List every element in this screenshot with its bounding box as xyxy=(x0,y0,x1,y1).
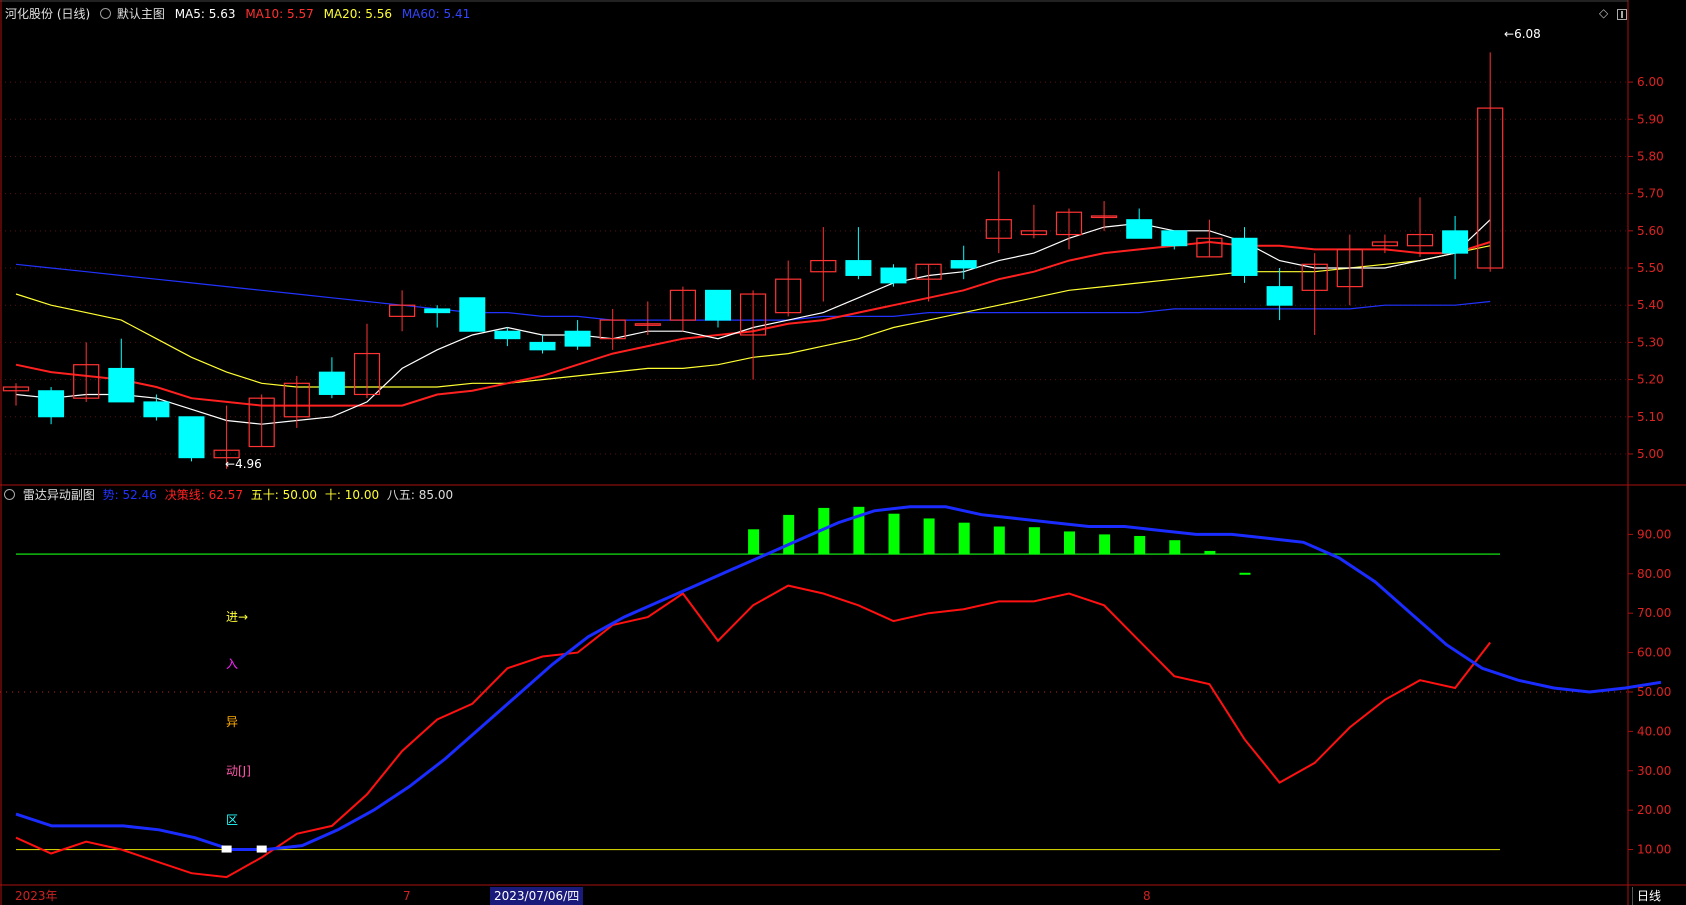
signal-text-4: 动[J] xyxy=(226,764,251,778)
price-tick-label: 5.90 xyxy=(1637,112,1664,126)
circle-icon[interactable] xyxy=(100,8,112,19)
date-label-august: 8 xyxy=(1143,889,1151,903)
radar-bar xyxy=(1134,535,1146,555)
radar-bar xyxy=(888,513,900,555)
signal-text-2: 入 xyxy=(226,657,239,671)
price-tick-label: 5.00 xyxy=(1637,447,1664,461)
indicator-tick-label: 10.00 xyxy=(1637,843,1671,857)
price-tick-label: 5.30 xyxy=(1637,335,1664,349)
price-tick-label: 5.20 xyxy=(1637,373,1664,387)
main-chart-header: 河化股份 (日线) 默认主图 MA5: 5.63 MA10: 5.57 MA20… xyxy=(5,6,470,22)
signal-text-3: 异 xyxy=(226,715,239,729)
candle-body xyxy=(705,289,731,321)
low-price-label: ←4.96 xyxy=(225,457,262,471)
candle-body xyxy=(1126,219,1153,239)
candle-body xyxy=(845,260,872,276)
ma5-legend: MA5: 5.63 xyxy=(174,7,236,21)
signal-text-1: 进→ xyxy=(226,610,249,624)
date-label-july: 7 xyxy=(403,889,411,903)
price-tick-label: 5.50 xyxy=(1637,261,1664,275)
price-tick-label: 5.70 xyxy=(1637,187,1664,201)
candle-body xyxy=(1442,230,1469,254)
decision-legend: 决策线: 62.57 xyxy=(164,488,243,502)
trend-legend: 势: 52.46 xyxy=(102,488,157,502)
candle-body xyxy=(564,330,591,347)
ma60-legend: MA60: 5.41 xyxy=(401,7,471,21)
indicator-tick-label: 50.00 xyxy=(1637,685,1671,699)
background xyxy=(0,0,1686,905)
radar-bar xyxy=(1099,534,1111,555)
chart-canvas[interactable]: 6.00 5.90 5.80 5.70 5.60 5.50 5.40 5.30 5.20 5.10… xyxy=(0,0,1686,905)
indicator-tick-label: 60.00 xyxy=(1637,646,1671,660)
price-tick-label: 6.00 xyxy=(1637,75,1664,89)
candle-body xyxy=(494,330,521,340)
signal-marker xyxy=(256,845,267,853)
date-label-start: 2023年 xyxy=(15,889,58,903)
radar-bar xyxy=(923,518,935,555)
candle-body xyxy=(318,371,345,395)
selected-date[interactable]: 2023/07/06/四 xyxy=(490,887,584,905)
candle-body xyxy=(1161,230,1188,247)
radar-bar xyxy=(1169,540,1181,555)
template-name[interactable]: 默认主图 xyxy=(117,7,165,21)
chart-frame xyxy=(0,0,1686,905)
stock-title[interactable]: 河化股份 (日线) xyxy=(5,7,90,21)
candle-body xyxy=(38,390,65,418)
panel-toggle-icon[interactable] xyxy=(1617,9,1627,20)
diamond-icon[interactable]: ◇ xyxy=(1599,6,1608,20)
indicator-tick-label: 40.00 xyxy=(1637,724,1671,738)
radar-bar xyxy=(993,526,1005,555)
period-tab[interactable]: 日线 xyxy=(1632,887,1665,905)
signal-text-5: 区 xyxy=(226,813,239,827)
radar-bar xyxy=(1239,572,1251,575)
radar-bar xyxy=(958,522,970,555)
candle-body xyxy=(459,297,486,332)
candle-body xyxy=(880,267,907,284)
radar-bar xyxy=(1028,527,1040,555)
indicator-tick-label: 20.00 xyxy=(1637,803,1671,817)
indicator-tick-label: 80.00 xyxy=(1637,567,1671,581)
indicator-tick-label: 70.00 xyxy=(1637,606,1671,620)
gear-icon[interactable] xyxy=(4,489,15,500)
candle-body xyxy=(178,416,205,459)
candle-body xyxy=(1231,237,1258,276)
sub-chart-header: 雷达异动副图 势: 52.46 决策线: 62.57 五十: 50.00 十: … xyxy=(4,487,453,503)
indicator-name[interactable]: 雷达异动副图 xyxy=(23,488,95,502)
candle-body xyxy=(1266,286,1293,306)
price-tick-label: 5.60 xyxy=(1637,224,1664,238)
ten-legend: 十: 10.00 xyxy=(324,488,380,502)
candle-body xyxy=(424,308,451,314)
fifty-legend: 五十: 50.00 xyxy=(250,488,318,502)
price-tick-label: 5.80 xyxy=(1637,149,1664,163)
candle-body xyxy=(108,367,135,403)
radar-bar xyxy=(783,514,795,555)
indicator-tick-label: 90.00 xyxy=(1637,527,1671,541)
price-tick-label: 5.40 xyxy=(1637,298,1664,312)
ma20-legend: MA20: 5.56 xyxy=(323,7,392,21)
radar-bar xyxy=(1064,531,1075,555)
radar-bar xyxy=(1204,550,1216,555)
signal-marker xyxy=(221,845,232,853)
price-tick-label: 5.10 xyxy=(1637,410,1664,424)
high-price-label: ←6.08 xyxy=(1504,27,1541,41)
indicator-tick-label: 30.00 xyxy=(1637,764,1671,778)
eighty-five-legend: 八五: 85.00 xyxy=(386,488,454,502)
candle-body xyxy=(950,260,977,269)
candle-body xyxy=(529,341,556,351)
radar-bar xyxy=(748,529,760,555)
ma10-legend: MA10: 5.57 xyxy=(245,7,314,21)
candle-body xyxy=(143,401,170,418)
